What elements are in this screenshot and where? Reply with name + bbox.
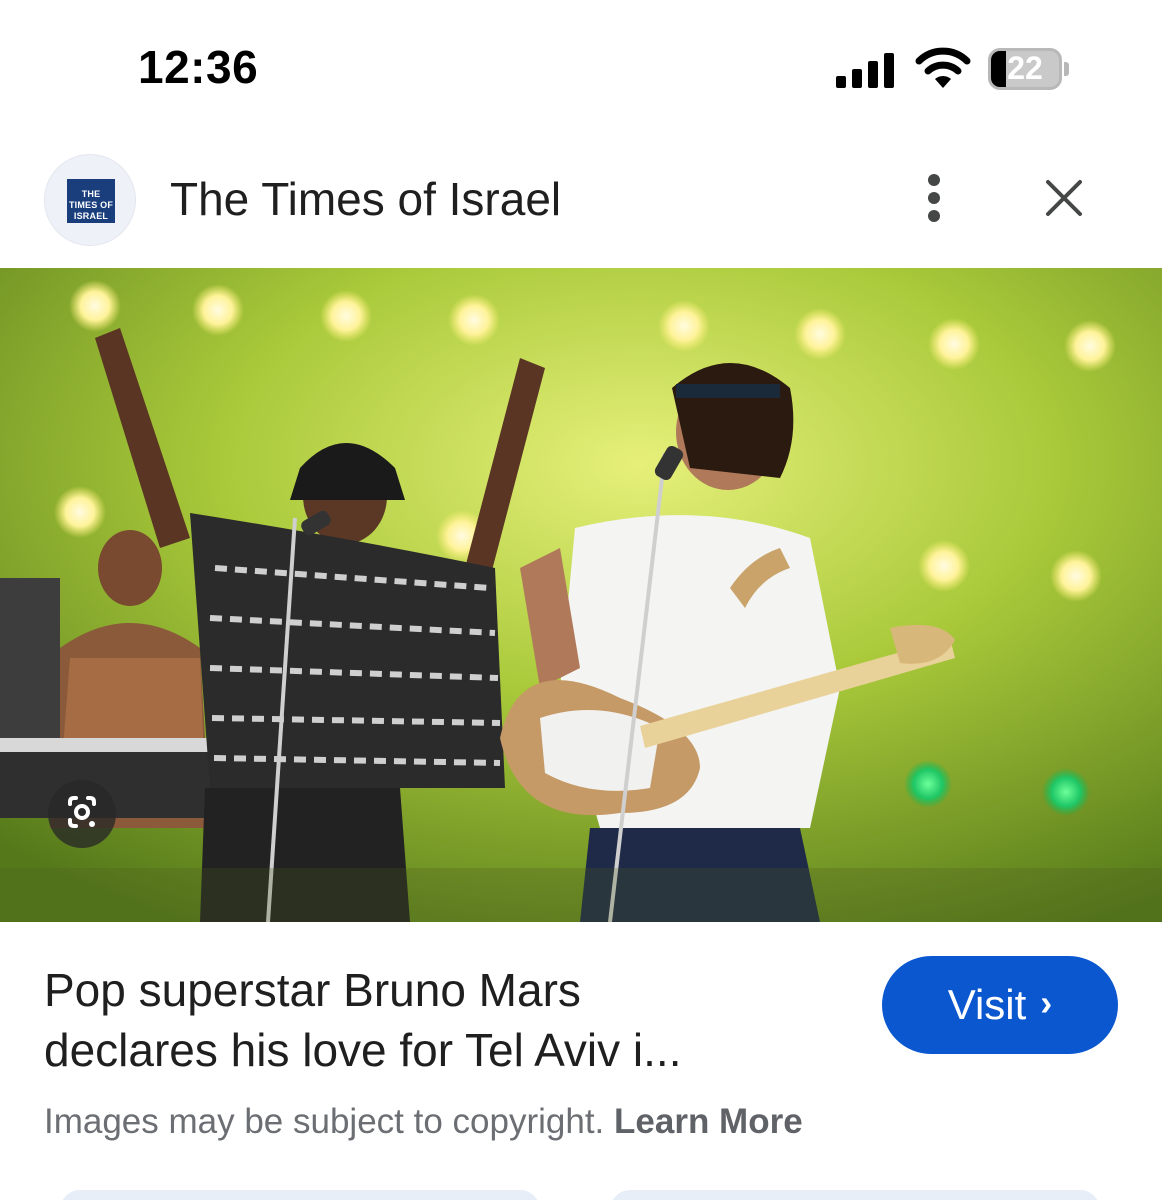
- source-title[interactable]: The Times of Israel: [170, 172, 561, 226]
- related-chip[interactable]: [610, 1190, 1100, 1200]
- article-headline[interactable]: Pop superstar Bruno Mars declares his lo…: [44, 960, 844, 1080]
- status-bar: 12:36 22: [0, 0, 1162, 130]
- more-vert-icon: [928, 174, 940, 186]
- copyright-notice: Images may be subject to copyright. Lear…: [44, 1102, 803, 1142]
- headline-line-2: declares his love for Tel Aviv i...: [44, 1024, 682, 1076]
- visit-label: Visit: [947, 981, 1027, 1028]
- status-time: 12:36: [138, 41, 259, 93]
- related-chip[interactable]: [60, 1190, 540, 1200]
- google-lens-button[interactable]: [48, 780, 116, 848]
- battery-level: 22: [1007, 50, 1043, 86]
- headline-line-1: Pop superstar Bruno Mars: [44, 964, 581, 1016]
- copyright-text: Images may be subject to copyright.: [44, 1102, 605, 1141]
- article-image[interactable]: [0, 268, 1162, 922]
- chevron-right-icon: ›: [1040, 982, 1053, 1023]
- signal-icon: [836, 52, 898, 88]
- source-logo-text: THE TIMES OF ISRAEL: [67, 179, 115, 223]
- visit-button[interactable]: Visit ›: [882, 956, 1118, 1054]
- close-icon: [1046, 180, 1082, 216]
- source-logo[interactable]: THE TIMES OF ISRAEL: [44, 154, 136, 246]
- google-lens-icon: [68, 796, 96, 828]
- wifi-icon: [914, 46, 972, 90]
- more-options-button[interactable]: [906, 168, 962, 228]
- learn-more-link[interactable]: Learn More: [614, 1102, 803, 1141]
- close-button[interactable]: [1036, 172, 1092, 228]
- battery-icon: 22: [988, 48, 1070, 90]
